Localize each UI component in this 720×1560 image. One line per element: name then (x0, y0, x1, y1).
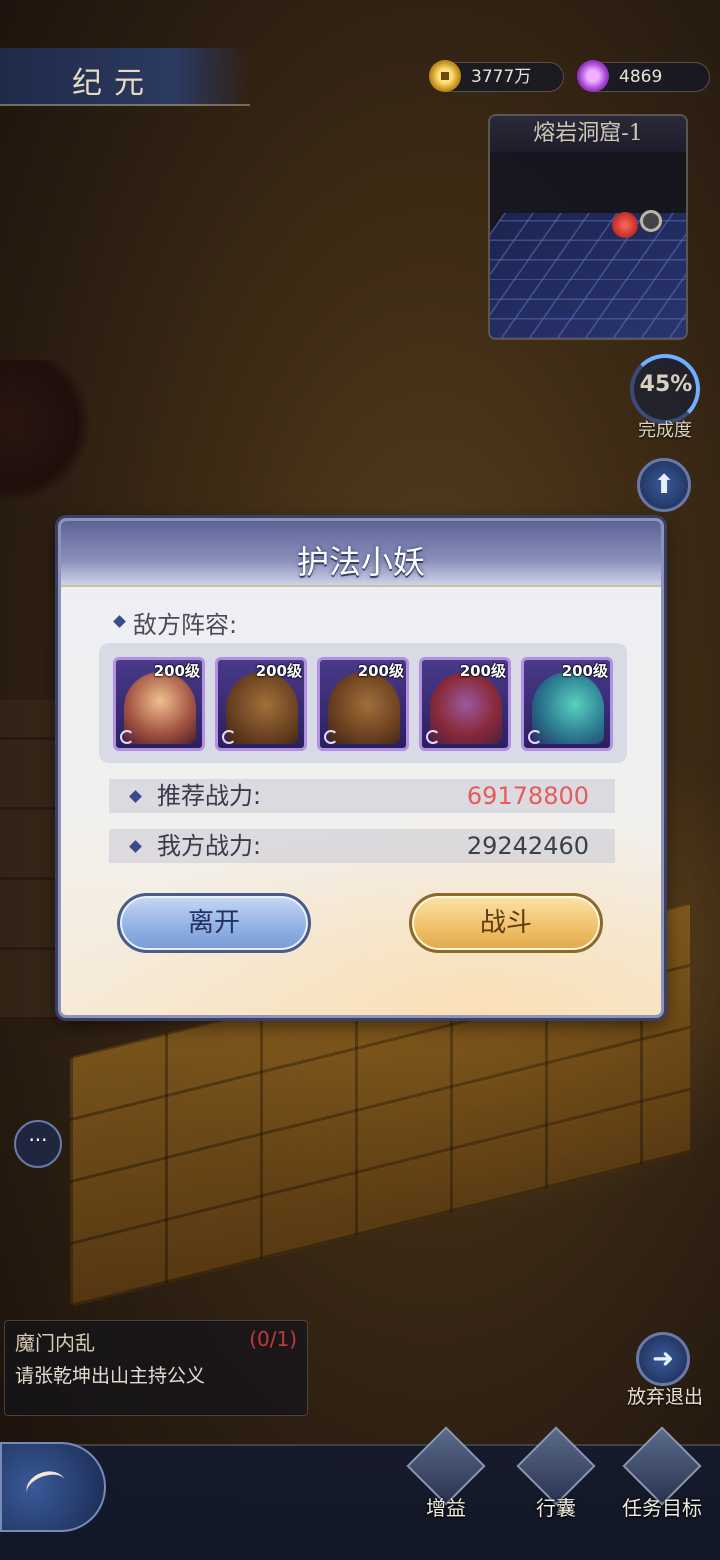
my-power-label: 我方战力: (157, 832, 262, 860)
diamond-bullet-icon (113, 615, 126, 628)
enemy-card[interactable]: 200级 (419, 657, 511, 751)
rock-golem-portrait (328, 672, 400, 744)
top-bar: 纪元 3777万 4869 (0, 40, 720, 110)
quest-panel[interactable]: 魔门内乱 (0/1) 请张乾坤出山主持公义 (4, 1320, 308, 1416)
nav-goal[interactable]: 任务目标 (614, 1426, 710, 1548)
enemy-level: 200级 (357, 662, 404, 680)
enemy-card[interactable]: 200级 (317, 657, 409, 751)
my-power-row: 我方战力: 29242460 (109, 829, 615, 863)
completion-label: 完成度 (638, 420, 692, 441)
purple-gem-icon (577, 60, 609, 92)
exit-arrow-icon: ➜ (652, 1344, 674, 1374)
bird-icon (22, 1466, 70, 1508)
diamond-bullet-icon (129, 840, 142, 853)
gold-amount: 3777万 (471, 67, 532, 87)
swirl-corner-icon (222, 730, 236, 744)
gem-counter[interactable]: 4869 (577, 60, 710, 92)
horned-demon-portrait (430, 672, 502, 744)
minimap-player-marker-icon (612, 212, 638, 238)
menu-corner-button[interactable] (0, 1442, 106, 1532)
dialog-title: 护法小妖 (296, 543, 425, 581)
quest-title: 魔门内乱 (15, 1331, 95, 1355)
quest-description: 请张乾坤出山主持公义 (15, 1365, 206, 1387)
fight-button[interactable]: 战斗 (409, 893, 603, 953)
leave-button[interactable]: 离开 (117, 893, 311, 953)
nav-buff-label: 增益 (426, 1496, 466, 1520)
enemy-roster-label: 敌方阵容: (113, 605, 238, 640)
enemy-card[interactable]: 200级 (215, 657, 307, 751)
page-title: 纪元 (72, 66, 156, 101)
enemy-card[interactable]: 200级 (113, 657, 205, 751)
swirl-corner-icon (426, 730, 440, 744)
gem-amount: 4869 (619, 67, 663, 87)
recommended-power-row: 推荐战力: 69178800 (109, 779, 615, 813)
sea-dragon-portrait (532, 672, 604, 744)
rock-golem-portrait (226, 672, 298, 744)
bottom-bar (0, 1444, 720, 1560)
nav-bag-label: 行囊 (536, 1496, 576, 1520)
nav-buff[interactable]: 增益 (398, 1426, 494, 1548)
nav-bag[interactable]: 行囊 (508, 1426, 604, 1548)
minimap-target-marker-icon (640, 210, 662, 232)
enemy-roster-label-text: 敌方阵容: (133, 611, 238, 639)
swirl-corner-icon (120, 730, 134, 744)
my-power-value: 29242460 (466, 832, 589, 860)
nav-goal-label: 任务目标 (622, 1496, 702, 1520)
enemy-card[interactable]: 200级 (521, 657, 613, 751)
coin-icon (429, 60, 461, 92)
minimap-title: 熔岩洞窟-1 (490, 116, 686, 152)
swirl-corner-icon (324, 730, 338, 744)
bearded-warrior-portrait (124, 672, 196, 744)
enemy-level: 200级 (561, 662, 608, 680)
enemy-level: 200级 (459, 662, 506, 680)
enemy-level: 200级 (153, 662, 200, 680)
enemy-level: 200级 (255, 662, 302, 680)
gold-counter[interactable]: 3777万 (429, 60, 564, 92)
enemy-roster: 200级 200级 200级 200级 200级 (99, 643, 627, 763)
diamond-bullet-icon (129, 790, 142, 803)
battle-dialog: 护法小妖 敌方阵容: 200级 200级 200级 200级 200级 推荐战力… (58, 518, 664, 1018)
locate-icon: ⬆ (653, 470, 675, 500)
completion-percent: 45% (639, 372, 693, 397)
quest-progress: (0/1) (249, 1327, 297, 1351)
locate-button[interactable]: ⬆ (637, 458, 691, 512)
recommended-power-label: 推荐战力: (157, 782, 262, 810)
exit-label: 放弃退出 (626, 1386, 703, 1408)
minimap-grid (490, 213, 686, 338)
recommended-power-value: 69178800 (466, 782, 589, 810)
chat-bubble-icon[interactable] (14, 1120, 62, 1168)
swirl-corner-icon (528, 730, 542, 744)
exit-button[interactable]: ➜ (636, 1332, 690, 1386)
